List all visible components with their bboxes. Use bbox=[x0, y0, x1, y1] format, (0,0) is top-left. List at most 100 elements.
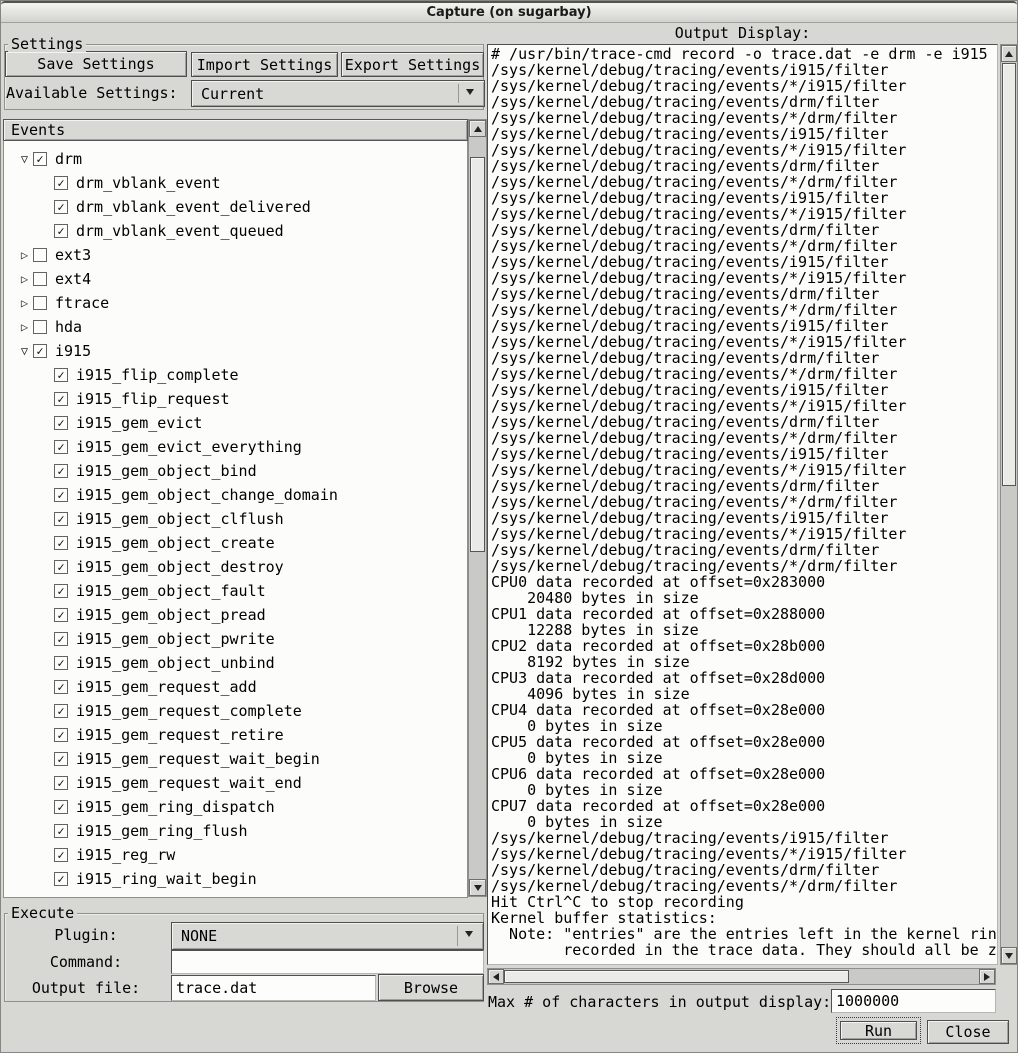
tree-collapse-icon[interactable]: ▽ bbox=[16, 344, 33, 358]
tree-row-i915_flip_request[interactable]: ✓i915_flip_request bbox=[4, 387, 467, 411]
event-label: ftrace bbox=[55, 294, 109, 312]
event-checkbox-checked[interactable]: ✓ bbox=[54, 872, 68, 886]
event-checkbox-checked[interactable]: ✓ bbox=[54, 776, 68, 790]
event-checkbox-checked[interactable]: ✓ bbox=[54, 800, 68, 814]
export-settings-button[interactable]: Export Settings bbox=[341, 52, 484, 77]
tree-expand-icon[interactable]: ▷ bbox=[16, 248, 33, 262]
tree-row-i915[interactable]: ▽✓i915 bbox=[4, 339, 467, 363]
tree-row-i915_gem_object_change_domain[interactable]: ✓i915_gem_object_change_domain bbox=[4, 483, 467, 507]
tree-row-i915_gem_object_pread[interactable]: ✓ i915_gem_object_pread bbox=[4, 603, 467, 627]
event-checkbox-checked[interactable]: ✓ bbox=[54, 584, 68, 598]
tree-row-i915_gem_object_clflush[interactable]: ✓i915_gem_object_clflush bbox=[4, 507, 467, 531]
events-scrollbar-thumb[interactable] bbox=[470, 157, 485, 552]
event-checkbox-checked[interactable]: ✓ bbox=[54, 176, 68, 190]
tree-row-i915_gem_evict[interactable]: ✓i915_gem_evict bbox=[4, 411, 467, 435]
event-checkbox-unchecked[interactable] bbox=[33, 272, 47, 286]
event-checkbox-checked[interactable]: ✓ bbox=[54, 704, 68, 718]
event-checkbox-checked[interactable]: ✓ bbox=[54, 440, 68, 454]
events-list-header[interactable]: Events bbox=[3, 119, 468, 141]
event-label: i915_gem_object_pread bbox=[76, 606, 266, 624]
tree-row-i915_gem_object_destroy[interactable]: ✓i915_gem_object_destroy bbox=[4, 555, 467, 579]
tree-row-i915_gem_ring_flush[interactable]: ✓i915_gem_ring_flush bbox=[4, 819, 467, 843]
tree-row-i915_gem_object_fault[interactable]: ✓i915_gem_object_fault bbox=[4, 579, 467, 603]
event-checkbox-checked[interactable]: ✓ bbox=[54, 560, 68, 574]
tree-row-i915_ring_wait_begin[interactable]: ✓i915_ring_wait_begin bbox=[4, 867, 467, 891]
output-horizontal-scrollbar[interactable] bbox=[487, 968, 996, 985]
tree-row-ftrace[interactable]: ▷ ftrace bbox=[4, 291, 467, 315]
tree-expand-icon[interactable]: ▷ bbox=[16, 272, 33, 286]
events-tree[interactable]: ▽✓drm✓drm_vblank_event✓drm_vblank_event_… bbox=[3, 141, 468, 898]
tree-row-drm_vblank_event_queued[interactable]: ✓drm_vblank_event_queued bbox=[4, 219, 467, 243]
tree-collapse-icon[interactable]: ▽ bbox=[16, 152, 33, 166]
tree-row-i915_gem_evict_everything[interactable]: ✓i915_gem_evict_everything bbox=[4, 435, 467, 459]
tree-row-i915_gem_object_pwrite[interactable]: ✓i915_gem_object_pwrite bbox=[4, 627, 467, 651]
output-file-input[interactable] bbox=[171, 975, 376, 1001]
tree-expand-icon[interactable]: ▷ bbox=[16, 296, 33, 310]
event-checkbox-checked[interactable]: ✓ bbox=[54, 368, 68, 382]
tree-row-i915_gem_request_complete[interactable]: ✓i915_gem_request_complete bbox=[4, 699, 467, 723]
output-vscrollbar-thumb[interactable] bbox=[1002, 63, 1016, 486]
tree-row-i915_gem_object_bind[interactable]: ✓i915_gem_object_bind bbox=[4, 459, 467, 483]
tree-row-i915_gem_request_add[interactable]: ✓i915_gem_request_add bbox=[4, 675, 467, 699]
tree-row-drm_vblank_event_delivered[interactable]: ✓drm_vblank_event_delivered bbox=[4, 195, 467, 219]
window-titlebar[interactable]: Capture (on sugarbay) bbox=[1, 1, 1017, 23]
settings-frame-label: Settings bbox=[8, 36, 86, 52]
output-hscrollbar-thumb[interactable] bbox=[504, 970, 849, 983]
event-checkbox-checked[interactable]: ✓ bbox=[54, 680, 68, 694]
scroll-right-button[interactable] bbox=[979, 969, 995, 984]
output-vertical-scrollbar[interactable] bbox=[1000, 44, 1018, 965]
tree-row-i915_flip_complete[interactable]: ✓i915_flip_complete bbox=[4, 363, 467, 387]
event-checkbox-checked[interactable]: ✓ bbox=[54, 392, 68, 406]
scroll-down-button[interactable] bbox=[469, 879, 486, 896]
event-checkbox-checked[interactable]: ✓ bbox=[33, 152, 47, 166]
tree-row-i915_gem_ring_dispatch[interactable]: ✓i915_gem_ring_dispatch bbox=[4, 795, 467, 819]
event-checkbox-checked[interactable]: ✓ bbox=[54, 728, 68, 742]
tree-row-i915_gem_request_retire[interactable]: ✓i915_gem_request_retire bbox=[4, 723, 467, 747]
event-checkbox-checked[interactable]: ✓ bbox=[54, 608, 68, 622]
event-checkbox-checked[interactable]: ✓ bbox=[54, 488, 68, 502]
plugin-combo[interactable]: NONE bbox=[171, 922, 484, 950]
import-settings-button[interactable]: Import Settings bbox=[191, 52, 338, 77]
event-checkbox-unchecked[interactable] bbox=[33, 248, 47, 262]
output-display-area[interactable]: # /usr/bin/trace-cmd record -o trace.dat… bbox=[487, 44, 998, 965]
run-button[interactable]: Run bbox=[840, 1021, 917, 1040]
scroll-left-button[interactable] bbox=[488, 969, 504, 984]
event-checkbox-checked[interactable]: ✓ bbox=[33, 344, 47, 358]
event-checkbox-checked[interactable]: ✓ bbox=[54, 416, 68, 430]
tree-row-ext4[interactable]: ▷ext4 bbox=[4, 267, 467, 291]
tree-row-hda[interactable]: ▷hda bbox=[4, 315, 467, 339]
available-settings-combo[interactable]: Current bbox=[191, 80, 485, 107]
event-checkbox-checked[interactable]: ✓ bbox=[54, 536, 68, 550]
tree-row-i915_gem_request_wait_begin[interactable]: ✓i915_gem_request_wait_begin bbox=[4, 747, 467, 771]
event-checkbox-checked[interactable]: ✓ bbox=[54, 224, 68, 238]
event-checkbox-checked[interactable]: ✓ bbox=[54, 200, 68, 214]
tree-row-i915_gem_object_create[interactable]: ✓i915_gem_object_create bbox=[4, 531, 467, 555]
event-checkbox-checked[interactable]: ✓ bbox=[54, 464, 68, 478]
tree-row-i915_gem_object_unbind[interactable]: ✓i915_gem_object_unbind bbox=[4, 651, 467, 675]
event-checkbox-checked[interactable]: ✓ bbox=[54, 656, 68, 670]
events-scrollbar[interactable] bbox=[468, 119, 487, 897]
command-input[interactable] bbox=[171, 950, 484, 974]
scroll-up-button[interactable] bbox=[469, 120, 486, 137]
event-checkbox-checked[interactable]: ✓ bbox=[54, 824, 68, 838]
max-chars-input[interactable] bbox=[831, 989, 996, 1013]
scroll-up-button[interactable] bbox=[1001, 45, 1017, 62]
browse-button[interactable]: Browse bbox=[378, 974, 484, 1001]
event-checkbox-checked[interactable]: ✓ bbox=[54, 848, 68, 862]
tree-row-i915_gem_request_wait_end[interactable]: ✓i915_gem_request_wait_end bbox=[4, 771, 467, 795]
execute-frame-label: Execute bbox=[8, 905, 77, 921]
event-checkbox-checked[interactable]: ✓ bbox=[54, 632, 68, 646]
tree-expand-icon[interactable]: ▷ bbox=[16, 320, 33, 334]
event-checkbox-unchecked[interactable] bbox=[33, 296, 47, 310]
scroll-down-button[interactable] bbox=[1001, 947, 1017, 964]
tree-row-ext3[interactable]: ▷ext3 bbox=[4, 243, 467, 267]
tree-row-drm_vblank_event[interactable]: ✓drm_vblank_event bbox=[4, 171, 467, 195]
tree-row-i915_reg_rw[interactable]: ✓i915_reg_rw bbox=[4, 843, 467, 867]
tree-row-drm[interactable]: ▽✓drm bbox=[4, 147, 467, 171]
close-button[interactable]: Close bbox=[927, 1020, 1009, 1044]
chevron-down-icon bbox=[466, 89, 474, 99]
event-checkbox-checked[interactable]: ✓ bbox=[54, 752, 68, 766]
event-checkbox-unchecked[interactable] bbox=[33, 320, 47, 334]
event-checkbox-checked[interactable]: ✓ bbox=[54, 512, 68, 526]
save-settings-button[interactable]: Save Settings bbox=[5, 51, 187, 77]
